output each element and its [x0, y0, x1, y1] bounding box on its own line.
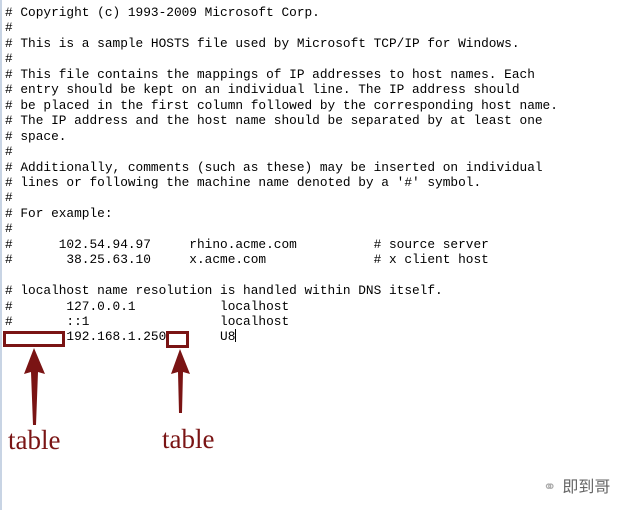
- arrow-up-icon: [171, 349, 190, 413]
- watermark-text: 即到哥: [562, 477, 611, 496]
- annotation-label-right: table: [162, 424, 215, 454]
- wechat-icon: ⚭: [543, 477, 557, 496]
- watermark: ⚭ 即到哥: [543, 473, 610, 497]
- annotation-label-left: table: [8, 425, 61, 455]
- arrow-up-icon: [24, 348, 45, 425]
- annotation-arrows: [24, 348, 190, 425]
